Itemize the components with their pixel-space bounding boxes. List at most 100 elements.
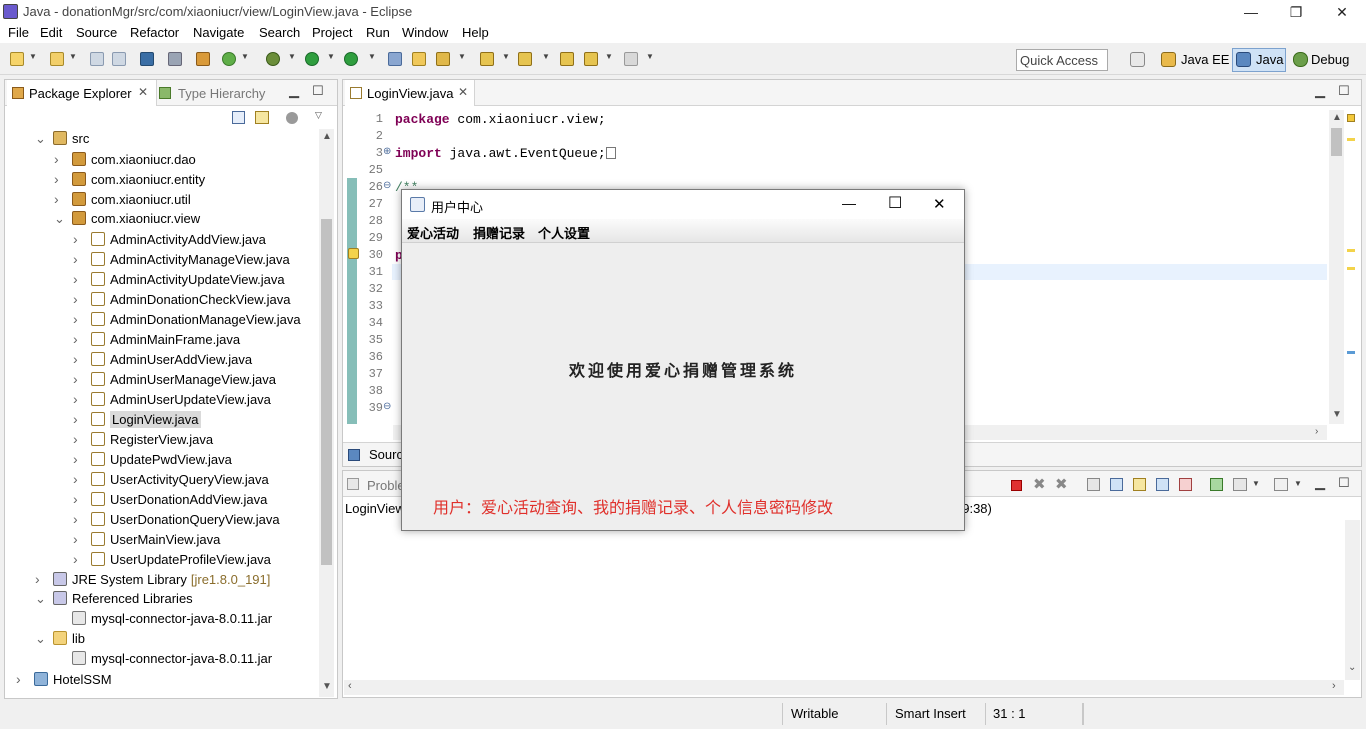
tree-item[interactable]: ⌄ src: [6, 129, 318, 149]
menu-window[interactable]: Window: [402, 25, 448, 40]
collapsed-arrow-icon[interactable]: ›: [73, 369, 83, 389]
scroll-up-icon[interactable]: ▲: [1332, 112, 1342, 123]
debug-icon[interactable]: [266, 52, 280, 66]
menu-project[interactable]: Project: [312, 25, 352, 40]
tab-type-hierarchy[interactable]: Type Hierarchy: [178, 86, 265, 101]
maximize-console-icon[interactable]: ☐: [1338, 475, 1350, 491]
terminate-icon[interactable]: [1011, 480, 1022, 491]
collapsed-arrow-icon[interactable]: ›: [73, 449, 83, 469]
scrollbar-thumb[interactable]: [1331, 128, 1342, 156]
tree-item[interactable]: › com.xiaoniucr.dao: [6, 149, 318, 169]
fold-expand-icon[interactable]: ⊕: [383, 146, 391, 157]
collapsed-arrow-icon[interactable]: ›: [73, 249, 83, 269]
chevron-down-icon[interactable]: ▼: [241, 52, 249, 61]
tree-item[interactable]: › AdminDonationCheckView.java: [6, 289, 318, 309]
menu-run[interactable]: Run: [366, 25, 390, 40]
run-external-icon[interactable]: [344, 52, 358, 66]
maximize-view-icon[interactable]: ☐: [312, 83, 324, 99]
scroll-down-icon[interactable]: ▼: [1332, 409, 1342, 420]
tree-item[interactable]: › JRE System Library [jre1.8.0_191]: [6, 569, 318, 589]
expanded-arrow-icon[interactable]: ⌄: [35, 589, 46, 609]
dialog-menu-donations[interactable]: 捐赠记录: [473, 223, 525, 242]
skip-breakpoints-icon[interactable]: [168, 52, 182, 66]
collapsed-arrow-icon[interactable]: ›: [73, 409, 83, 429]
expanded-arrow-icon[interactable]: ⌄: [35, 129, 46, 149]
minimize-button[interactable]: —: [1236, 2, 1266, 22]
folded-block-icon[interactable]: [605, 147, 616, 159]
word-wrap-icon[interactable]: [1133, 478, 1146, 491]
pin-console-icon[interactable]: [1210, 478, 1223, 491]
chevron-down-icon[interactable]: ▼: [69, 52, 77, 61]
tree-item[interactable]: › UserMainView.java: [6, 529, 318, 549]
expanded-arrow-icon[interactable]: ⌄: [35, 629, 46, 649]
overview-warning-icon[interactable]: [1347, 114, 1355, 122]
open-perspective-icon[interactable]: [1130, 52, 1145, 67]
scroll-right-icon[interactable]: ›: [1315, 426, 1318, 437]
chevron-down-icon[interactable]: ▼: [458, 52, 466, 61]
remove-all-icon[interactable]: ✖: [1055, 475, 1068, 493]
menu-file[interactable]: File: [8, 25, 29, 40]
close-tab-icon[interactable]: ✕: [458, 85, 468, 99]
chevron-down-icon[interactable]: ▼: [502, 52, 510, 61]
menu-search[interactable]: Search: [259, 25, 300, 40]
menu-help[interactable]: Help: [462, 25, 489, 40]
collapsed-arrow-icon[interactable]: ›: [73, 489, 83, 509]
tree-item[interactable]: › com.xiaoniucr.entity: [6, 169, 318, 189]
collapsed-arrow-icon[interactable]: ›: [73, 529, 83, 549]
collapsed-arrow-icon[interactable]: ›: [73, 309, 83, 329]
new-console-icon[interactable]: [1274, 478, 1288, 491]
collapsed-arrow-icon[interactable]: ›: [16, 669, 26, 689]
scroll-down-icon[interactable]: ▼: [322, 681, 332, 692]
tree-item[interactable]: ⌄ lib: [6, 629, 318, 649]
tree-item[interactable]: › AdminUserUpdateView.java: [6, 389, 318, 409]
chevron-down-icon[interactable]: ▼: [288, 52, 296, 61]
minimize-view-icon[interactable]: ▁: [289, 83, 299, 99]
overview-marker[interactable]: [1347, 249, 1355, 252]
minimize-editor-icon[interactable]: ▁: [1315, 83, 1325, 99]
tree-item[interactable]: › UserUpdateProfileView.java: [6, 549, 318, 569]
tree-item[interactable]: › UpdatePwdView.java: [6, 449, 318, 469]
scroll-left-icon[interactable]: ‹: [348, 680, 352, 692]
save-icon[interactable]: [90, 52, 104, 66]
previous-annotation-icon[interactable]: [518, 52, 532, 66]
collapsed-arrow-icon[interactable]: ›: [73, 469, 83, 489]
quick-access-input[interactable]: Quick Access: [1016, 49, 1108, 71]
menu-source[interactable]: Source: [76, 25, 117, 40]
view-menu-icon[interactable]: ▽: [315, 110, 322, 121]
dialog-menu-activities[interactable]: 爱心活动: [407, 223, 459, 242]
chevron-down-icon[interactable]: ▼: [29, 52, 37, 61]
warning-marker-icon[interactable]: [348, 248, 359, 259]
collapsed-arrow-icon[interactable]: ›: [73, 349, 83, 369]
package-icon[interactable]: [196, 52, 210, 66]
open-type-icon[interactable]: [388, 52, 402, 66]
tree-item[interactable]: ⌄ Referenced Libraries: [6, 589, 318, 609]
scroll-right-icon[interactable]: ›: [1332, 680, 1336, 692]
perspective-java[interactable]: Java: [1256, 52, 1283, 67]
last-edit-icon[interactable]: [560, 52, 574, 66]
tree-item[interactable]: › UserDonationQueryView.java: [6, 509, 318, 529]
chevron-down-icon[interactable]: ▼: [327, 52, 335, 61]
collapsed-arrow-icon[interactable]: ›: [73, 429, 83, 449]
dialog-menu-settings[interactable]: 个人设置: [538, 223, 590, 242]
scroll-down-icon[interactable]: ⌄: [1348, 662, 1356, 673]
tree-item[interactable]: › UserActivityQueryView.java: [6, 469, 318, 489]
filter-icon[interactable]: [286, 112, 298, 124]
forward-arrow-icon[interactable]: [624, 52, 638, 66]
close-button[interactable]: ✕: [1327, 2, 1357, 22]
collapsed-arrow-icon[interactable]: ›: [73, 389, 83, 409]
tab-problems[interactable]: Proble: [367, 478, 405, 493]
fold-collapse-icon[interactable]: ⊖: [383, 180, 391, 191]
chevron-down-icon[interactable]: ▼: [1294, 479, 1302, 488]
tab-source[interactable]: Sourc: [369, 447, 403, 462]
dialog-minimize-button[interactable]: —: [842, 195, 856, 211]
show-on-error-icon[interactable]: [1179, 478, 1192, 491]
editor-vertical-scrollbar[interactable]: ▲ ▼: [1329, 110, 1344, 424]
chevron-down-icon[interactable]: ▼: [1252, 479, 1260, 488]
scrollbar-thumb[interactable]: [321, 219, 332, 565]
clear-console-icon[interactable]: [1087, 478, 1100, 491]
refresh-icon[interactable]: [222, 52, 236, 66]
minimize-console-icon[interactable]: ▁: [1315, 475, 1325, 491]
collapsed-arrow-icon[interactable]: ›: [73, 269, 83, 289]
console-icon[interactable]: [140, 52, 154, 66]
collapsed-arrow-icon[interactable]: ›: [73, 229, 83, 249]
